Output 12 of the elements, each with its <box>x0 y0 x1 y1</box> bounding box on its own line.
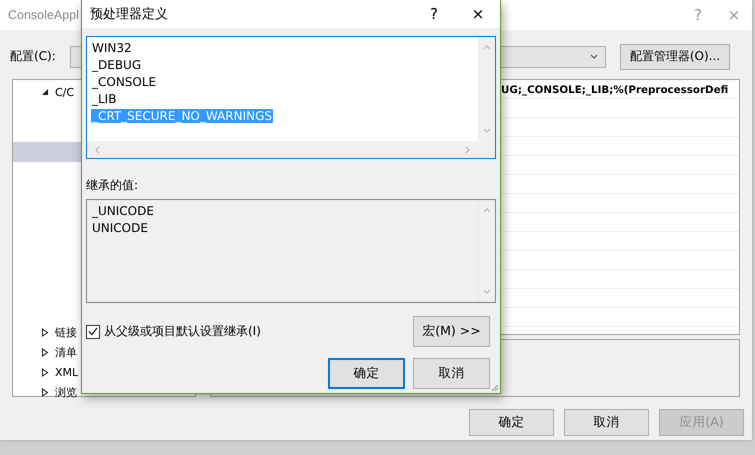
definition-line: _CONSOLE <box>91 75 158 89</box>
definition-line: WIN32 <box>91 41 133 55</box>
definition-line: _DEBUG <box>91 58 142 72</box>
inherited-values-label: 继承的值: <box>86 177 140 192</box>
window-title: ConsoleAppl <box>8 8 79 22</box>
inherited-value: UNICODE <box>91 221 149 235</box>
inherited-value: _UNICODE <box>91 204 155 218</box>
definition-line: _LIB <box>91 92 118 106</box>
configuration-label: 配置(C): <box>10 48 57 65</box>
inherit-checkbox-label: 从父级或项目默认设置继承(I) <box>104 323 261 340</box>
dialog-title: 预处理器定义 <box>90 6 169 23</box>
property-value: UG;_CONSOLE;_LIB;%(PreprocessorDefi <box>501 84 728 96</box>
